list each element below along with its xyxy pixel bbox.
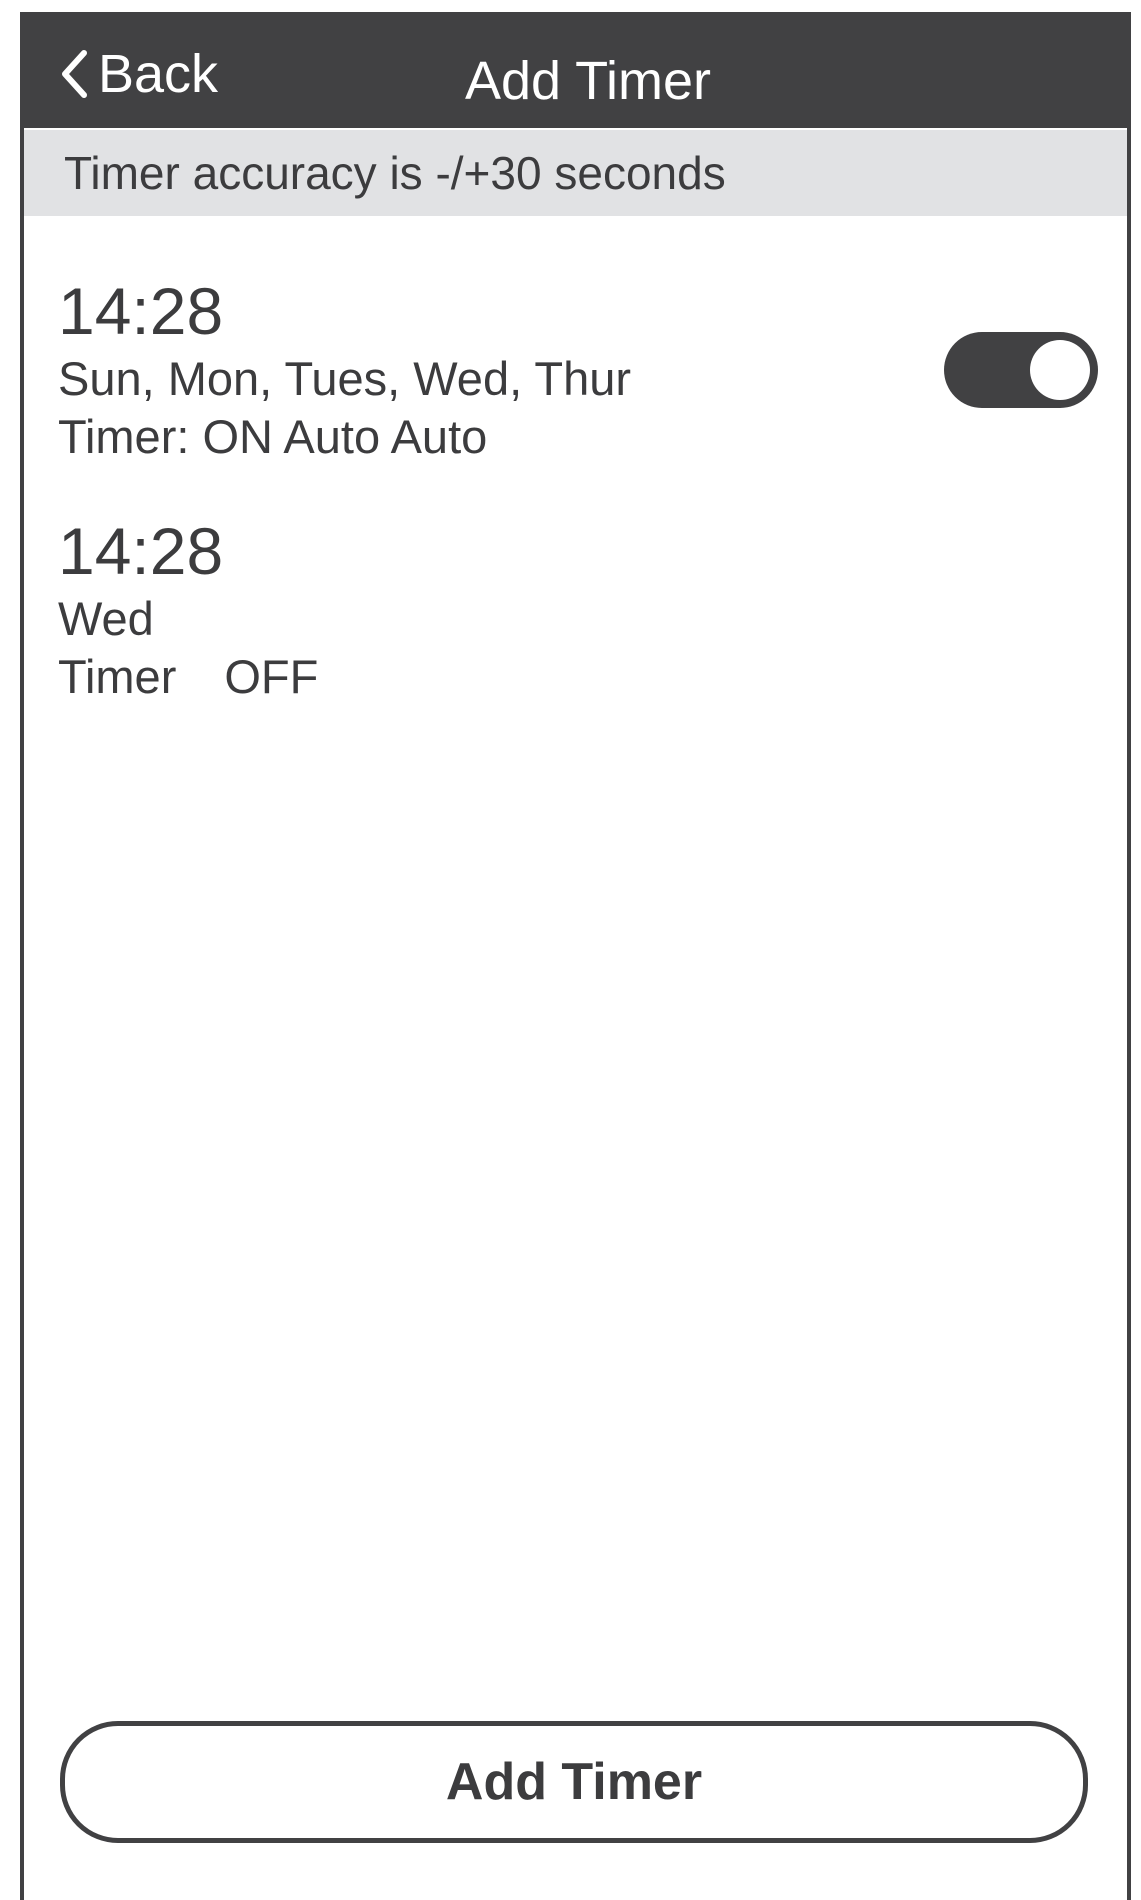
timer-toggle[interactable] [944,332,1098,408]
timer-mode-label: Timer [58,650,177,703]
timer-mode: Timer: ON Auto Auto [58,410,488,463]
timer-mode: Timer OFF [58,648,1098,706]
timer-time: 14:28 [58,514,224,588]
page-title: Add Timer [464,51,712,111]
app-frame: Back Add Timer Timer accuracy is -/+30 s… [20,12,1131,1900]
add-timer-button[interactable]: Add Timer [60,1721,1088,1843]
accuracy-notice-text: Timer accuracy is -/+30 seconds [64,147,726,199]
toggle-knob [1030,340,1090,400]
timer-item[interactable]: 14:28 Wed Timer OFF [58,518,1098,706]
accuracy-notice: Timer accuracy is -/+30 seconds [24,130,1127,216]
timer-days: Sun, Mon, Tues, Wed, Thur [58,352,631,405]
timer-days: Wed [58,592,154,645]
timer-mode-value: OFF [224,650,319,703]
timer-item[interactable]: 14:28 Sun, Mon, Tues, Wed, Thur Timer: O… [58,278,1098,466]
timer-time: 14:28 [58,274,224,348]
header-bar: Back Add Timer [24,16,1127,128]
